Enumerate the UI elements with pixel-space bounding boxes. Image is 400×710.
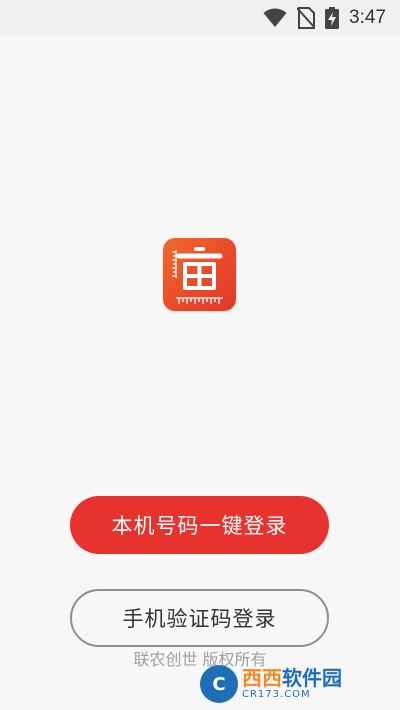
battery-charging-icon [325, 7, 340, 29]
status-bar: 3:47 [0, 0, 400, 36]
watermark-text: 西西软件园 CR173.COM [242, 668, 342, 700]
sms-login-label: 手机验证码登录 [122, 607, 277, 631]
no-sim-icon [297, 7, 316, 29]
app-logo [163, 238, 236, 311]
watermark-domain: CR173.COM [242, 689, 311, 700]
status-icons: 3:47 [263, 6, 386, 30]
watermark: C 西西软件园 CR173.COM [200, 664, 388, 704]
wifi-icon [263, 8, 287, 27]
sms-login-button[interactable]: 手机验证码登录 [70, 589, 329, 647]
status-time: 3:47 [349, 7, 386, 28]
one-click-login-label: 本机号码一键登录 [111, 514, 288, 538]
one-click-login-button[interactable]: 本机号码一键登录 [70, 496, 329, 554]
watermark-logo-icon: C [200, 665, 238, 703]
watermark-name-right: 软件园 [282, 666, 342, 690]
watermark-name-left: 西西 [242, 666, 282, 690]
